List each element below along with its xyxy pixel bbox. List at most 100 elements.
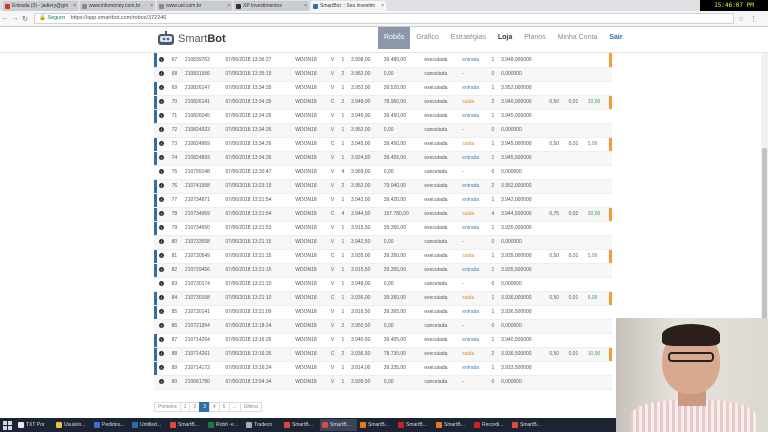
nav-item[interactable]: Sair [603,27,628,49]
info-icon[interactable]: i [159,239,164,244]
info-icon[interactable]: i [159,379,164,384]
cell-t: C [330,351,335,357]
cell-dt: 07/06/2018 13:04:34 [225,379,272,385]
cell-p: 3.935,00 [350,253,371,259]
app-icon [322,422,328,428]
tab-close-icon[interactable]: × [150,1,153,11]
cell-q: 1 [341,225,345,231]
taskbar-label: Recordi... [482,422,504,428]
cell-tipo: entrada [462,309,480,315]
info-icon[interactable]: i [159,281,164,286]
info-icon[interactable]: i [159,211,164,216]
cell-p: 3.952,00 [350,127,371,133]
info-icon[interactable]: i [159,71,164,76]
info-icon[interactable]: i [159,253,164,258]
info-icon[interactable]: i [159,295,164,300]
taskbar-item[interactable]: SmartB... [358,419,395,431]
nav-item[interactable]: Minha Conta [552,27,604,49]
cell-tipo: - [462,323,464,329]
page-link[interactable]: Primeira [154,402,181,412]
info-icon[interactable]: i [159,113,164,118]
table-row: i 79 210734650 07/06/2018 13:21:53 WDON18 V 1 3… [154,221,612,235]
cell-res: 3.948,000000 [500,56,532,63]
tab-close-icon[interactable]: × [227,1,230,11]
tab-close-icon[interactable]: × [304,1,307,11]
info-icon[interactable]: i [159,155,164,160]
star-icon[interactable]: ☆ [738,15,744,23]
app-icon [360,422,366,428]
browser-tab[interactable]: XP Investimentos × [234,1,309,11]
info-icon[interactable]: i [159,309,164,314]
nav-item[interactable]: Estratégias [445,27,492,49]
taskbar-item[interactable]: Untitled... [130,419,167,431]
taskbar-item[interactable]: SmartB... [320,419,357,431]
nav-item[interactable]: Gráfico [410,27,445,49]
info-icon[interactable]: i [159,183,164,188]
tab-close-icon[interactable]: × [381,1,384,11]
url-input[interactable]: 🔒 Seguro https://app.smartbot.com/robos/… [34,13,734,24]
cell-a [547,333,566,347]
taskbar-item[interactable]: SmartB... [434,419,471,431]
info-icon[interactable]: i [159,351,164,356]
info-icon[interactable]: i [159,99,164,104]
nav-item[interactable]: Robôs [378,27,411,49]
info-icon[interactable]: i [159,127,164,132]
cell-st: executada [424,85,448,91]
info-cell: i [157,81,170,95]
cell-res: 0,000000 [500,281,522,287]
cell-res: 3.944,500000 [500,211,532,217]
forward-icon[interactable]: → [10,15,20,22]
taskbar-item[interactable]: Pedidos... [92,419,129,431]
taskbar-item[interactable]: SmartB... [168,419,205,431]
taskbar-item[interactable]: Recordi... [472,419,509,431]
browser-tab[interactable]: Entrada (0) - jadiery@gm × [3,1,78,11]
cell-res: 3.946,000000 [500,99,532,105]
cell-v: 39.420,00 [383,197,406,203]
info-icon[interactable]: i [159,85,164,90]
browser-tab[interactable]: www.infomoney.com.br × [80,1,155,11]
tab-close-icon[interactable]: × [73,1,76,11]
cell-p: 3.915,50 [350,225,371,231]
cell-q: 2 [341,351,345,357]
taskbar-item[interactable]: Robô -e... [206,419,243,431]
info-icon[interactable]: i [159,141,164,146]
info-icon[interactable]: i [159,267,164,272]
taskbar-item[interactable]: Tradeco [244,419,281,431]
browser-tab[interactable]: SmartBot :: Seu investim × [311,1,386,11]
brand-name[interactable]: SmartBot [178,33,226,45]
cell-b [567,53,586,67]
browser-tab[interactable]: www.uol.com.br × [157,1,232,11]
info-icon[interactable]: i [159,323,164,328]
page-link[interactable]: Última [239,402,262,412]
info-icon[interactable]: i [159,225,164,230]
info-icon[interactable]: i [159,337,164,342]
nav-item[interactable]: Planos [518,27,551,49]
info-icon[interactable]: i [159,197,164,202]
taskbar-item[interactable]: SmartB... [510,419,547,431]
back-icon[interactable]: ← [0,15,10,22]
cell-n: 82 [171,267,178,273]
taskbar-item[interactable]: SmartB... [282,419,319,431]
cell-v: 0,00 [383,323,394,329]
cell-ativo: WDON18 [295,365,317,371]
cell-st: cancelada [424,281,448,287]
cell-q: 1 [341,379,345,385]
cell-tipo: entrada [462,197,480,203]
pagination: Primeira 1 2 3 4 5... Última [154,402,262,412]
info-icon[interactable]: i [159,56,164,62]
cell-ativo: WDON18 [295,211,317,217]
info-icon[interactable]: i [159,169,164,174]
taskbar-item[interactable]: Usuário... [54,419,91,431]
info-cell: i [157,361,170,375]
app-header: SmartBot Robôs Gráfico Estratégias Loja Plan… [0,27,768,53]
row-indicator-right [609,263,612,277]
info-icon[interactable]: i [159,365,164,370]
cell-res: 0,000000 [500,239,522,245]
cell-b [567,319,586,333]
reload-icon[interactable]: ↻ [20,15,30,23]
start-button[interactable] [0,419,14,431]
taskbar-item[interactable]: SmartB... [396,419,433,431]
nav-item[interactable]: Loja [492,27,518,49]
taskbar-item[interactable]: TXT Por [16,419,53,431]
menu-icon[interactable]: ⋮ [750,15,757,23]
